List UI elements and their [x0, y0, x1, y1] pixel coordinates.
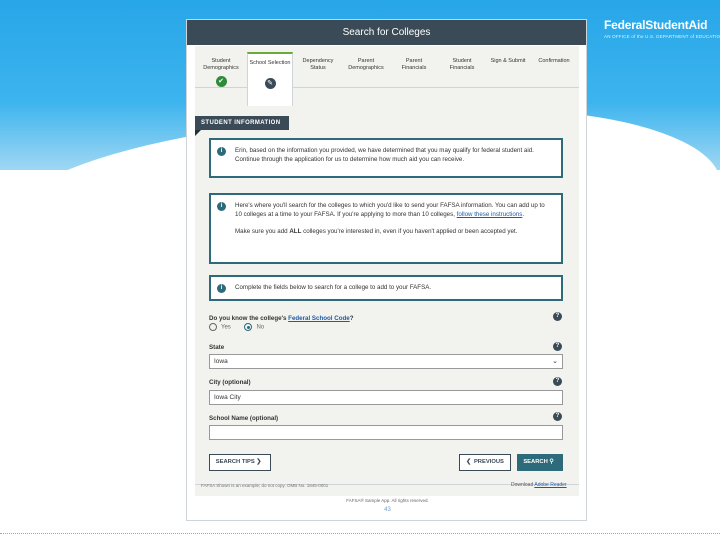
step-label: Parent: [405, 58, 423, 64]
footer-download: Download Adobe Reader: [511, 482, 567, 488]
state-select-value: Iowa: [214, 358, 228, 365]
step-student-financials[interactable]: Student Financials: [439, 52, 485, 106]
logo-tagline: AN OFFICE of the U.S. DEPARTMENT of EDUC…: [604, 34, 720, 39]
radio-circle: [209, 323, 217, 331]
chevron-down-icon: ⌄: [552, 358, 558, 365]
step-label: Parent: [357, 58, 375, 64]
radio-yes[interactable]: Yes: [209, 323, 231, 331]
adobe-reader-link[interactable]: Adobe Reader: [534, 482, 566, 488]
help-icon[interactable]: ?: [553, 312, 562, 321]
step-parent-financials[interactable]: Parent Financials: [391, 52, 437, 106]
step-label: Student: [452, 58, 472, 64]
label-text: Do you know the college's: [209, 315, 289, 322]
radio-no[interactable]: No: [244, 323, 264, 331]
checkmark-icon: ✔: [215, 76, 227, 87]
logo-name-federal: Federal: [604, 18, 646, 32]
help-icon[interactable]: ?: [553, 342, 562, 351]
step-label: Confirmation: [538, 58, 570, 64]
state-select[interactable]: Iowa ⌄: [209, 354, 563, 369]
help-icon[interactable]: ?: [553, 377, 562, 386]
info-text: Make sure you add: [235, 228, 290, 235]
step-label: Sign & Submit: [490, 58, 526, 64]
step-label: Financials: [401, 65, 427, 71]
school-name-input[interactable]: [209, 425, 563, 440]
form-content: Student Demographics ✔ School Selection ✎…: [195, 46, 579, 496]
follow-instructions-link[interactable]: follow these instructions: [457, 211, 523, 218]
info-box-eligibility: i Erin, based on the information you pro…: [209, 138, 563, 178]
search-tips-button[interactable]: SEARCH TIPS ❯: [209, 454, 271, 471]
step-school-selection[interactable]: School Selection ✎: [247, 52, 293, 106]
info-text-bold: ALL: [289, 228, 302, 235]
step-label: Dependency: [302, 58, 334, 64]
label-text: ?: [349, 315, 354, 322]
city-input[interactable]: Iowa City: [209, 390, 563, 405]
previous-button[interactable]: ❮ PREVIOUS: [459, 454, 511, 471]
button-label: SEARCH TIPS: [215, 459, 255, 465]
federal-student-aid-logo: FederalStudentAid AN OFFICE of the U.S. …: [604, 18, 720, 48]
info-text: Erin, based on the information you provi…: [235, 147, 534, 163]
school-code-radio-group: Yes No: [209, 323, 276, 331]
radio-label: Yes: [221, 324, 231, 331]
step-dependency-status[interactable]: Dependency Status: [295, 52, 341, 106]
info-text: colleges you're interested in, even if y…: [301, 228, 518, 235]
school-code-question: Do you know the college's Federal School…: [209, 315, 354, 322]
city-label: City (optional): [209, 379, 251, 386]
slide-bottom-rule: [0, 533, 720, 534]
step-student-demographics[interactable]: Student Demographics ✔: [199, 52, 243, 106]
search-button[interactable]: SEARCH ⚲: [517, 454, 563, 471]
info-icon: i: [217, 147, 226, 156]
step-sign-submit[interactable]: Sign & Submit: [485, 52, 531, 106]
school-name-label: School Name (optional): [209, 415, 279, 422]
button-label: PREVIOUS: [473, 459, 504, 465]
page-number: 43: [384, 507, 391, 513]
search-icon: ⚲: [549, 459, 554, 465]
radio-label: No: [256, 324, 265, 331]
step-label: School Selection: [249, 60, 291, 66]
progress-steps: Student Demographics ✔ School Selection ✎…: [195, 52, 579, 106]
info-box-search: i Here's where you'll search for the col…: [209, 193, 563, 264]
step-label: Demographics: [348, 65, 384, 71]
info-text: Complete the fields below to search for …: [235, 284, 432, 291]
chevron-right-icon: ❯: [256, 459, 262, 465]
step-confirmation[interactable]: Confirmation: [531, 52, 577, 106]
info-box-complete-fields: i Complete the fields below to search fo…: [209, 275, 563, 301]
step-label: Student: [211, 58, 231, 64]
info-icon: i: [217, 202, 226, 211]
step-label: Financials: [449, 65, 475, 71]
help-icon[interactable]: ?: [553, 412, 562, 421]
info-text: .: [522, 211, 525, 218]
step-parent-demographics[interactable]: Parent Demographics: [343, 52, 389, 106]
button-label: SEARCH: [523, 459, 548, 465]
radio-circle-selected: [244, 323, 253, 331]
federal-school-code-link[interactable]: Federal School Code: [288, 315, 350, 322]
chevron-left-icon: ❮: [466, 459, 471, 465]
footer-copyright: FAFSA® Sample App. All rights reserved.: [346, 498, 429, 503]
screenshot-frame: Search for Colleges Student Demographics …: [186, 19, 587, 521]
section-title: STUDENT INFORMATION: [195, 116, 289, 136]
footer-text: Download: [511, 482, 535, 488]
pencil-icon: ✎: [264, 78, 276, 89]
footer-disclaimer: FAFSA Shown is an example; do not copy. …: [201, 483, 329, 488]
window-title: Search for Colleges: [187, 20, 586, 45]
info-icon: i: [217, 284, 226, 293]
logo-name-studentaid: StudentAid: [645, 18, 708, 32]
step-label: Status: [310, 65, 326, 71]
state-label: State: [209, 344, 225, 351]
step-label: Demographics: [203, 65, 239, 71]
